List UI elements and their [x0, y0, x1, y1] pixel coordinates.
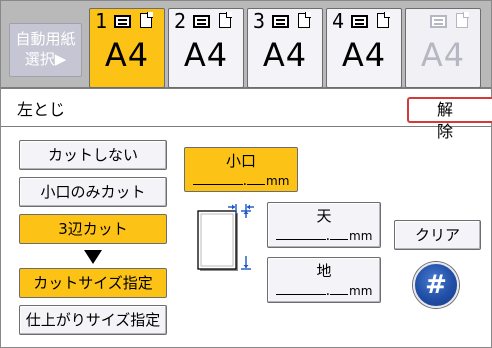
top-label: 天	[316, 207, 332, 225]
title-row: 左とじ 解 除	[1, 93, 492, 141]
paper-stack-icon	[430, 15, 447, 28]
auto-paper-label-line2: 選択▶	[24, 50, 67, 68]
paper-stack-icon	[351, 15, 368, 28]
fore-edge-value: . mm	[185, 171, 297, 190]
tray-paper-size: A4	[341, 36, 387, 74]
tray-number: 4	[332, 9, 345, 33]
auto-paper-select-button[interactable]: 自動用紙 選択▶	[9, 23, 82, 77]
clear-button[interactable]: クリア	[394, 220, 481, 250]
bottom-value: . mm	[268, 281, 380, 300]
unit-label: mm	[349, 284, 373, 298]
fore-edge-label: 小口	[225, 152, 256, 170]
bottom-size-button[interactable]: 地 . mm	[267, 257, 381, 303]
tray-number: 2	[174, 9, 187, 33]
finish-size-button[interactable]: 仕上がりサイズ指定	[19, 305, 167, 335]
tray-paper-size: A4	[262, 36, 308, 74]
cut-size-button[interactable]: カットサイズ指定	[19, 268, 167, 298]
value-blank-decimal	[247, 171, 266, 185]
value-blank-decimal	[330, 281, 349, 295]
tray-2-button[interactable]: 2 A4	[168, 8, 244, 88]
auto-paper-label-line1: 自動用紙	[15, 30, 76, 48]
trim-diagram-icon	[197, 204, 254, 271]
tray-paper-size: A4	[104, 36, 150, 74]
tray-paper-size: A4	[183, 36, 229, 74]
paper-orientation-icon	[298, 12, 311, 28]
tray-paper-size: A4	[420, 36, 466, 74]
top-value: . mm	[268, 226, 380, 245]
arrow-down-icon	[84, 250, 102, 264]
value-blank	[275, 226, 326, 240]
top-size-button[interactable]: 天 . mm	[267, 202, 381, 248]
unit-label: mm	[349, 229, 373, 243]
paper-orientation-icon	[377, 12, 390, 28]
value-blank-decimal	[330, 226, 349, 240]
paper-stack-icon	[114, 15, 131, 28]
paper-orientation-icon	[140, 12, 153, 28]
paper-tray-bar: 自動用紙 選択▶ 1 A4 2 A4 3 A4 4 A4 A4	[1, 1, 491, 89]
cancel-button[interactable]: 解 除	[407, 97, 492, 141]
value-blank	[192, 171, 243, 185]
paper-stack-icon	[193, 15, 210, 28]
unit-label: mm	[266, 174, 290, 188]
fore-edge-size-button[interactable]: 小口 . mm	[184, 147, 298, 192]
tray-number: 1	[95, 9, 108, 33]
paper-orientation-icon	[219, 12, 232, 28]
bottom-label: 地	[316, 262, 332, 280]
page-title: 左とじ	[17, 100, 66, 119]
value-blank	[275, 281, 326, 295]
bypass-tray-button[interactable]: A4	[405, 8, 481, 88]
tray-4-button[interactable]: 4 A4	[326, 8, 402, 88]
three-side-cut-button[interactable]: 3辺カット	[19, 214, 167, 244]
tray-3-button[interactable]: 3 A4	[247, 8, 323, 88]
paper-stack-icon	[272, 15, 289, 28]
paper-orientation-icon	[456, 12, 469, 28]
tray-number: 3	[253, 9, 266, 33]
tray-1-button[interactable]: 1 A4	[89, 8, 165, 88]
fore-edge-cut-button[interactable]: 小口のみカット	[19, 177, 167, 207]
hash-key-button[interactable]: #	[413, 262, 459, 308]
no-cut-button[interactable]: カットしない	[19, 140, 167, 170]
